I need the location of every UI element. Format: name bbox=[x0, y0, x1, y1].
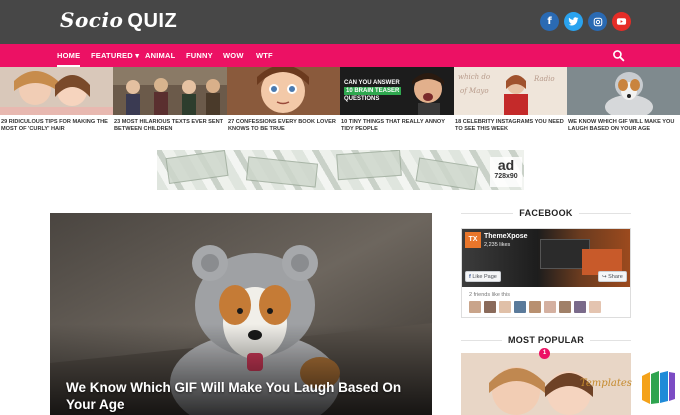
nav-wow[interactable]: WOW bbox=[223, 44, 244, 67]
overlay-line-1: CAN YOU ANSWER bbox=[344, 80, 400, 86]
instagram-icon[interactable] bbox=[588, 12, 607, 31]
main-navigation: HOME FEATURED ▾ ANIMAL FUNNY WOW WTF bbox=[0, 44, 680, 67]
site-header: Socio QUIZ f bbox=[0, 0, 680, 44]
featured-caption-4[interactable]: 10 TINY THINGS THAT REALLY ANNOY TIDY PE… bbox=[341, 119, 449, 133]
nav-animal[interactable]: ANIMAL bbox=[145, 44, 175, 67]
watermark-text: Templates bbox=[580, 378, 632, 389]
play-icon bbox=[616, 18, 627, 25]
book-logo-icon bbox=[642, 371, 675, 404]
friend-avatar[interactable] bbox=[574, 301, 586, 313]
overlay-line-2: 10 BRAIN TEASER bbox=[344, 87, 402, 95]
thumb-image-dog bbox=[567, 67, 680, 115]
nav-home[interactable]: HOME bbox=[57, 44, 81, 67]
facebook-page-plugin[interactable]: TX ThemeXpose 2,235 likes f Like Page ↪ … bbox=[461, 228, 631, 318]
twitter-icon[interactable] bbox=[564, 12, 583, 31]
ad-bill-graphic bbox=[165, 150, 229, 185]
site-logo[interactable]: Socio QUIZ bbox=[60, 8, 177, 33]
ad-bill-graphic bbox=[336, 150, 402, 181]
facebook-glyph: f bbox=[547, 16, 552, 27]
page: Socio QUIZ f HOME FEATURED ▾ ANIMAL FUNNY… bbox=[0, 0, 680, 415]
logo-bold-text: QUIZ bbox=[127, 10, 178, 32]
camera-icon bbox=[593, 17, 602, 26]
facebook-widget-title-text: FACEBOOK bbox=[513, 208, 579, 218]
friend-avatar[interactable] bbox=[469, 301, 481, 313]
featured-thumb-6[interactable] bbox=[567, 67, 680, 115]
friend-avatar[interactable] bbox=[544, 301, 556, 313]
facebook-widget-title: FACEBOOK bbox=[461, 208, 631, 218]
svg-text:Radio: Radio bbox=[533, 75, 555, 83]
featured-caption-3[interactable]: 27 CONFESSIONS EVERY BOOK LOVER KNOWS TO… bbox=[228, 119, 336, 133]
featured-thumb-1[interactable] bbox=[0, 67, 113, 115]
nav-featured-label: FEATURED bbox=[91, 51, 133, 60]
chevron-down-icon: ▾ bbox=[135, 51, 140, 60]
thumb-image-animated-girl bbox=[227, 67, 340, 115]
share-icon: ↪ bbox=[602, 274, 607, 280]
most-popular-title-text: MOST POPULAR bbox=[501, 335, 591, 345]
friend-avatar[interactable] bbox=[589, 301, 601, 313]
ad-banner[interactable]: ad 728x90 bbox=[157, 150, 524, 190]
friend-avatar[interactable] bbox=[499, 301, 511, 313]
featured-thumb-4[interactable]: CAN YOU ANSWER 10 BRAIN TEASER QUESTIONS bbox=[340, 67, 454, 115]
thumb-image-celebrity: which do of Mayo Radio bbox=[454, 67, 567, 115]
search-icon[interactable] bbox=[612, 49, 625, 62]
themexpose-logo-icon: TX bbox=[465, 232, 481, 248]
most-popular-widget-title: MOST POPULAR bbox=[461, 335, 631, 345]
featured-thumb-5[interactable]: which do of Mayo Radio bbox=[454, 67, 567, 115]
nav-funny[interactable]: FUNNY bbox=[186, 44, 213, 67]
youtube-icon[interactable] bbox=[612, 12, 631, 31]
friend-avatar[interactable] bbox=[484, 301, 496, 313]
nav-wtf[interactable]: WTF bbox=[256, 44, 273, 67]
popular-rank-badge: 1 bbox=[539, 348, 550, 359]
fb-page-name[interactable]: ThemeXpose bbox=[484, 233, 528, 240]
ad-bill-graphic bbox=[415, 157, 479, 190]
friend-avatar[interactable] bbox=[559, 301, 571, 313]
fb-like-page-button[interactable]: f Like Page bbox=[465, 271, 501, 282]
fb-friends-text: 2 friends like this bbox=[469, 292, 510, 298]
main-post-title[interactable]: We Know Which GIF Will Make You Laugh Ba… bbox=[66, 379, 406, 413]
featured-thumb-2[interactable] bbox=[113, 67, 227, 115]
svg-text:which do: which do bbox=[458, 73, 490, 81]
overlay-line-3: QUESTIONS bbox=[344, 96, 380, 102]
thumb-image-kids bbox=[0, 67, 113, 115]
ad-bill-graphic bbox=[245, 156, 319, 188]
ad-size-label: ad 728x90 bbox=[490, 157, 522, 187]
facebook-icon: f bbox=[469, 274, 471, 280]
svg-text:of Mayo: of Mayo bbox=[460, 87, 489, 95]
facebook-icon[interactable]: f bbox=[540, 12, 559, 31]
logo-script-text: Socio bbox=[60, 8, 124, 32]
fb-like-count: 2,235 likes bbox=[484, 242, 511, 248]
fb-share-button[interactable]: ↪ Share bbox=[598, 271, 627, 282]
ad-dimensions: 728x90 bbox=[494, 173, 518, 180]
featured-caption-2[interactable]: 23 MOST HILARIOUS TEXTS EVER SENT BETWEE… bbox=[114, 119, 224, 133]
fb-like-page-label: Like Page bbox=[472, 274, 497, 280]
featured-thumb-3[interactable] bbox=[227, 67, 340, 115]
nav-featured[interactable]: FEATURED ▾ bbox=[91, 44, 139, 67]
thumb-image-children bbox=[113, 67, 227, 115]
featured-caption-6[interactable]: WE KNOW WHICH GIF WILL MAKE YOU LAUGH BA… bbox=[568, 119, 678, 133]
featured-caption-5[interactable]: 18 CELEBRITY INSTAGRAMS YOU NEED TO SEE … bbox=[455, 119, 565, 133]
fb-share-label: Share bbox=[608, 274, 623, 280]
friend-avatar[interactable] bbox=[529, 301, 541, 313]
twitter-bird-icon bbox=[568, 17, 579, 26]
featured-caption-1[interactable]: 29 RIDICULOUS TIPS FOR MAKING THE MOST O… bbox=[1, 119, 109, 133]
ad-label: ad bbox=[497, 157, 515, 173]
friend-avatar[interactable] bbox=[514, 301, 526, 313]
